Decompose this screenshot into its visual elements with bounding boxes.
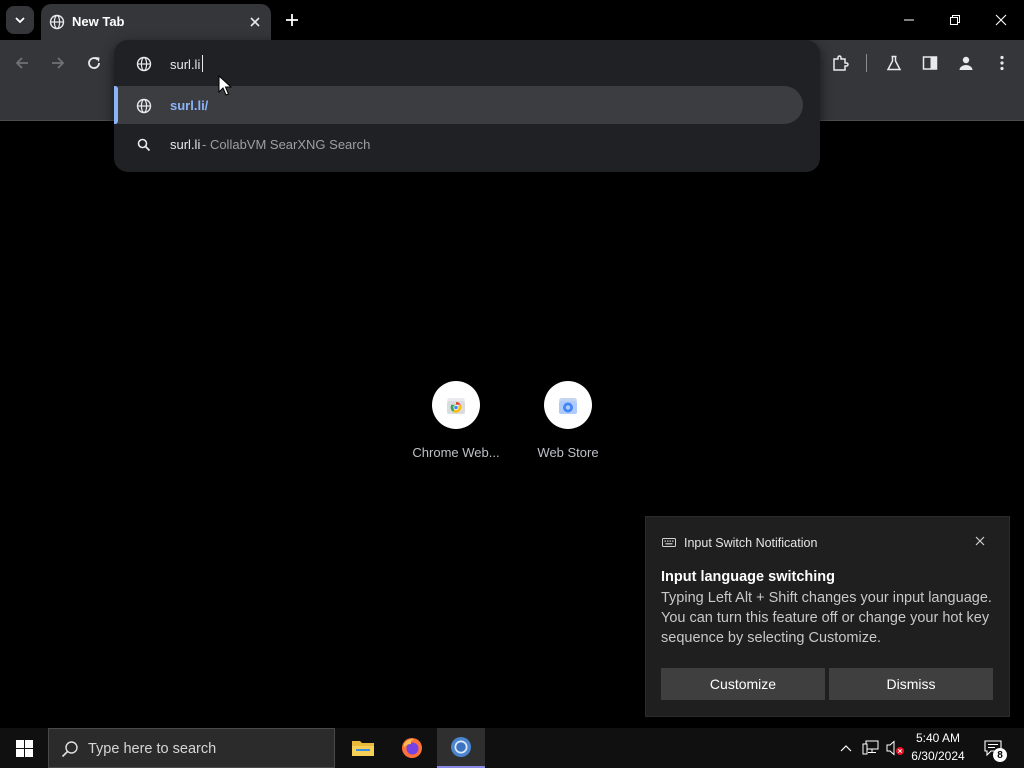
shortcut-label: Web Store — [537, 445, 599, 460]
text-caret — [202, 55, 203, 72]
firefox-icon — [402, 738, 422, 758]
start-button[interactable] — [0, 728, 48, 768]
search-icon — [61, 740, 79, 758]
shortcut-label: Chrome Web... — [412, 445, 500, 460]
forward-button[interactable] — [42, 40, 74, 86]
close-icon — [995, 14, 1007, 26]
omnibox-suggestion-search[interactable]: surl.li - CollabVM SearXNG Search — [114, 126, 820, 164]
chrome-web-store-icon — [432, 381, 480, 429]
globe-icon — [49, 14, 65, 30]
taskbar-search-box[interactable]: Type here to search — [48, 728, 335, 768]
suggestion-url-text: surl.li/ — [170, 98, 209, 113]
customize-button[interactable]: Customize — [661, 668, 825, 700]
close-icon — [975, 536, 985, 546]
taskbar: Type here to search 5:40 AM 6/30/2024 8 — [0, 728, 1024, 768]
flask-icon — [886, 55, 902, 71]
show-hidden-icons-button[interactable] — [836, 728, 856, 768]
extensions-button[interactable] — [824, 40, 856, 86]
person-icon — [959, 56, 973, 70]
volume-tray-button[interactable] — [884, 728, 906, 768]
chevron-up-icon — [840, 745, 852, 752]
omnibox-popup: surl.li/ surl.li - CollabVM SearXNG Sear… — [114, 40, 820, 172]
side-panel-button[interactable] — [914, 40, 946, 86]
chrome-labs-button[interactable] — [878, 40, 910, 86]
web-store-icon — [544, 381, 592, 429]
clock-date[interactable]: 6/30/2024 — [905, 749, 971, 763]
reload-button[interactable] — [78, 40, 110, 86]
clock-time[interactable]: 5:40 AM — [905, 731, 971, 745]
network-tray-button[interactable] — [860, 728, 882, 768]
suggestion-query-text: surl.li — [170, 137, 201, 152]
close-tab-button[interactable] — [246, 13, 264, 31]
arrow-left-icon — [15, 57, 28, 69]
reload-icon — [88, 57, 100, 69]
tab-new-tab[interactable]: New Tab — [41, 4, 271, 40]
globe-icon — [136, 56, 152, 72]
toast-title: Input language switching — [661, 569, 835, 585]
minimize-icon — [904, 19, 914, 21]
restore-button[interactable] — [932, 0, 978, 40]
toast-app-name: Input Switch Notification — [684, 536, 818, 550]
taskbar-file-explorer[interactable] — [339, 728, 387, 768]
volume-muted-icon — [886, 740, 904, 756]
address-bar-input[interactable] — [170, 55, 770, 73]
suggestion-description: - CollabVM SearXNG Search — [202, 137, 371, 152]
close-icon — [250, 17, 260, 27]
side-panel-icon — [922, 56, 938, 70]
shortcut-tile-chrome-web-store[interactable]: Chrome Web... — [400, 381, 512, 465]
tab-strip: New Tab — [0, 0, 1024, 40]
restore-icon — [950, 15, 960, 25]
minimize-button[interactable] — [886, 0, 932, 40]
dismiss-button[interactable]: Dismiss — [829, 668, 993, 700]
tab-title: New Tab — [72, 14, 125, 29]
tab-search-button[interactable] — [6, 6, 34, 34]
notification-count-badge: 8 — [993, 748, 1007, 762]
taskbar-chrome[interactable] — [437, 728, 485, 768]
taskbar-search-placeholder: Type here to search — [88, 741, 217, 757]
toolbar-divider — [866, 54, 867, 72]
profile-button[interactable] — [950, 40, 982, 86]
toast-body: Typing Left Alt + Shift changes your inp… — [661, 590, 992, 646]
chevron-down-icon — [15, 17, 25, 24]
taskbar-firefox[interactable] — [388, 728, 436, 768]
globe-icon — [136, 98, 152, 114]
shortcut-tile-web-store[interactable]: Web Store — [512, 381, 624, 465]
arrow-right-icon — [52, 57, 65, 69]
toast-notification: Input Switch Notification Input language… — [645, 516, 1010, 717]
toast-close-button[interactable] — [972, 533, 988, 549]
back-button[interactable] — [6, 40, 38, 86]
folder-icon — [352, 741, 374, 756]
puzzle-icon — [833, 55, 849, 71]
chrome-icon — [451, 737, 471, 757]
mouse-cursor-icon — [218, 75, 232, 97]
new-tab-button[interactable] — [281, 9, 303, 31]
windows-logo-icon — [15, 739, 33, 757]
selection-indicator — [114, 86, 118, 124]
more-vertical-icon — [1000, 55, 1004, 71]
search-icon — [137, 138, 151, 152]
network-icon — [862, 740, 879, 755]
menu-button[interactable] — [986, 40, 1018, 86]
plus-icon — [286, 14, 298, 26]
keyboard-icon — [662, 537, 676, 549]
close-window-button[interactable] — [978, 0, 1024, 40]
